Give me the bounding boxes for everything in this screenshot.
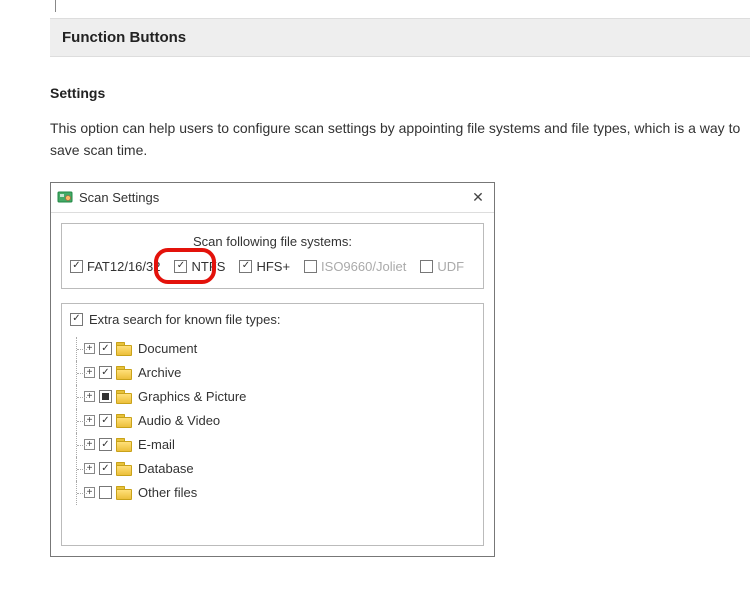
folder-icon xyxy=(116,390,132,403)
fs-label: NTFS xyxy=(191,259,225,274)
sub-heading-settings: Settings xyxy=(50,85,750,101)
fs-item-udf: ✓ UDF xyxy=(420,259,464,274)
fs-label: FAT12/16/32 xyxy=(87,259,160,274)
tree-checkbox[interactable]: ✓ xyxy=(99,438,112,451)
fs-checkbox[interactable]: ✓ xyxy=(304,260,317,273)
folder-icon xyxy=(116,414,132,427)
tree-item: +✓Database xyxy=(76,457,475,481)
tree-label[interactable]: E-mail xyxy=(138,437,175,452)
tree-label[interactable]: Document xyxy=(138,341,197,356)
folder-icon xyxy=(116,462,132,475)
tree-label[interactable]: Other files xyxy=(138,485,197,500)
tree-checkbox[interactable]: ✓ xyxy=(99,462,112,475)
tree-checkbox[interactable]: ✓ xyxy=(99,342,112,355)
close-icon[interactable]: ✕ xyxy=(468,189,488,206)
tree-item: +✓Archive xyxy=(76,361,475,385)
fs-checkbox[interactable]: ✓ xyxy=(174,260,187,273)
folder-icon xyxy=(116,486,132,499)
tree-item: +✓Document xyxy=(76,337,475,361)
fs-item-fat12-16-32: ✓ FAT12/16/32 xyxy=(70,259,160,274)
tree-checkbox[interactable] xyxy=(99,390,112,403)
fs-item-ntfs: ✓ NTFS xyxy=(174,259,225,274)
fs-checkbox[interactable]: ✓ xyxy=(239,260,252,273)
tree-label[interactable]: Graphics & Picture xyxy=(138,389,246,404)
scan-settings-dialog: Scan Settings ✕ Scan following file syst… xyxy=(50,182,495,557)
tree-label[interactable]: Database xyxy=(138,461,194,476)
fs-checkbox[interactable]: ✓ xyxy=(70,260,83,273)
extra-search-label: Extra search for known file types: xyxy=(89,312,280,327)
tree-item: +Graphics & Picture xyxy=(76,385,475,409)
fs-checkbox[interactable]: ✓ xyxy=(420,260,433,273)
extra-search-checkbox[interactable]: ✓ xyxy=(70,313,83,326)
folder-icon xyxy=(116,342,132,355)
fs-item-hfs-: ✓ HFS+ xyxy=(239,259,290,274)
tree-item: +✓E-mail xyxy=(76,433,475,457)
fs-label: UDF xyxy=(437,259,464,274)
fs-label: HFS+ xyxy=(256,259,290,274)
fs-item-iso9660-joliet: ✓ ISO9660/Joliet xyxy=(304,259,406,274)
tree-item: +✓Audio & Video xyxy=(76,409,475,433)
tree-item: +✓Other files xyxy=(76,481,475,505)
file-systems-title: Scan following file systems: xyxy=(68,234,477,249)
file-systems-group: Scan following file systems: ✓ FAT12/16/3… xyxy=(61,223,484,289)
settings-description: This option can help users to configure … xyxy=(50,117,750,162)
tree-checkbox[interactable]: ✓ xyxy=(99,486,112,499)
fs-label: ISO9660/Joliet xyxy=(321,259,406,274)
tree-checkbox[interactable]: ✓ xyxy=(99,414,112,427)
dialog-title: Scan Settings xyxy=(79,190,468,205)
tree-label[interactable]: Archive xyxy=(138,365,181,380)
folder-icon xyxy=(116,366,132,379)
section-header: Function Buttons xyxy=(50,18,750,57)
file-types-group: ✓ Extra search for known file types: +✓D… xyxy=(61,303,484,546)
folder-icon xyxy=(116,438,132,451)
tree-label[interactable]: Audio & Video xyxy=(138,413,220,428)
app-icon xyxy=(57,189,73,205)
title-bar: Scan Settings ✕ xyxy=(51,183,494,213)
tree-checkbox[interactable]: ✓ xyxy=(99,366,112,379)
